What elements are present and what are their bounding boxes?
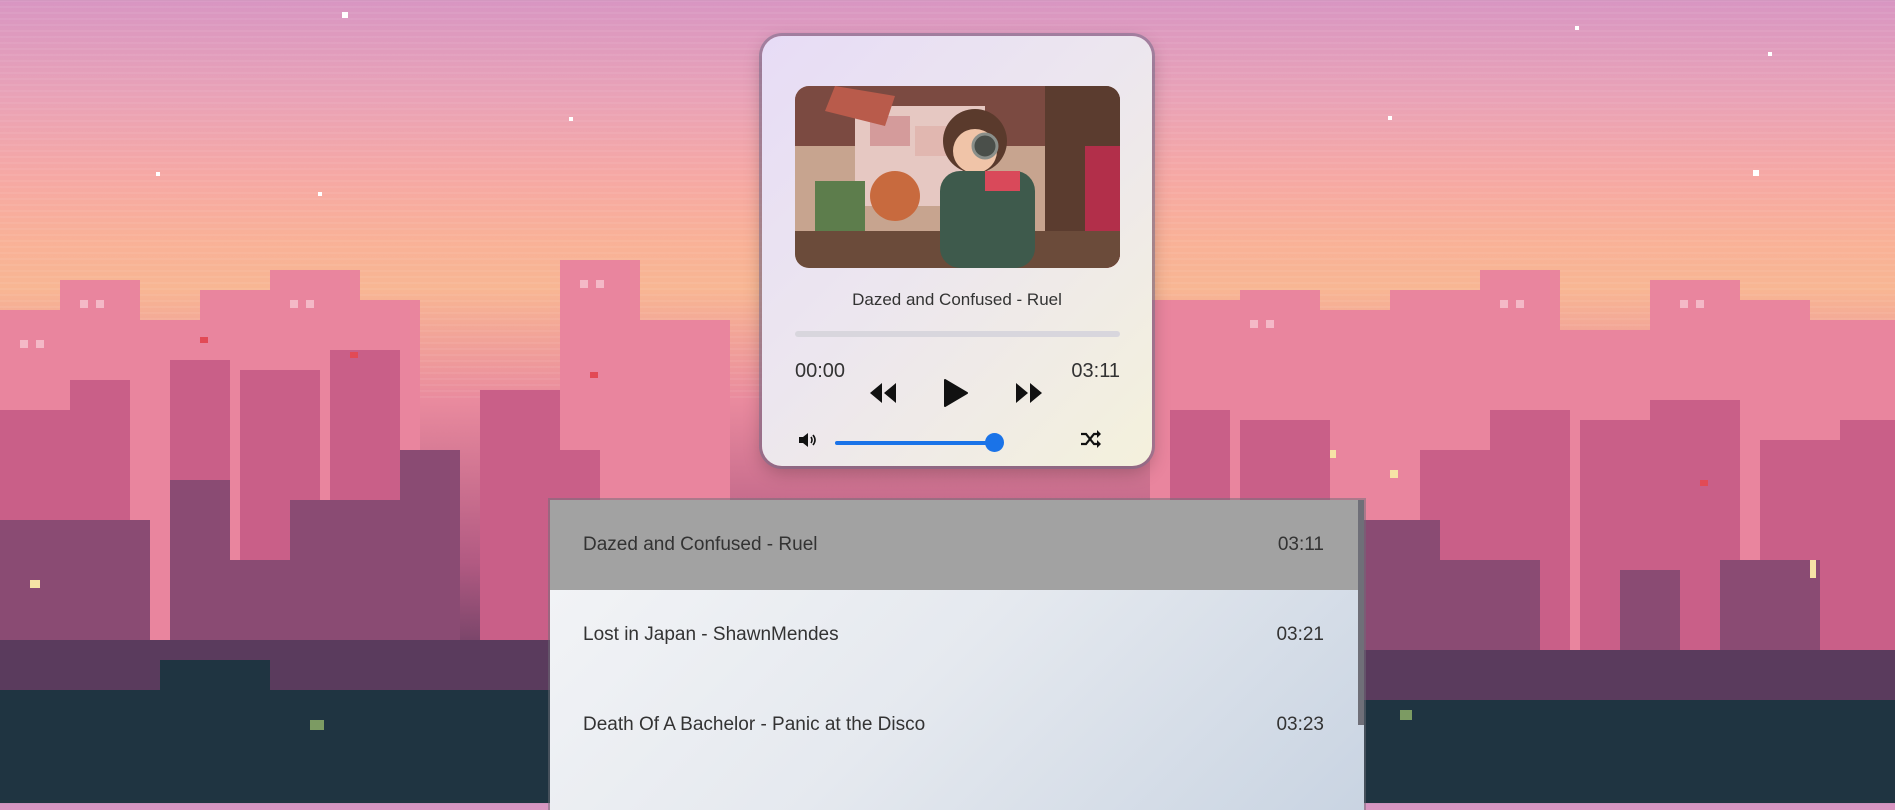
current-time: 00:00 — [795, 360, 846, 382]
shuffle-button[interactable] — [1080, 429, 1102, 454]
next-button[interactable] — [1015, 382, 1043, 409]
star — [1768, 52, 1772, 56]
rewind-icon — [870, 383, 896, 403]
playlist-item-title: Dazed and Confused - Ruel — [583, 534, 818, 555]
shuffle-icon — [1081, 430, 1101, 448]
playlist-item-title: Lost in Japan - ShawnMendes — [583, 624, 839, 645]
star — [342, 12, 348, 18]
volume-button[interactable] — [798, 432, 818, 453]
cover-art-illustration — [795, 86, 1120, 268]
star — [1388, 116, 1392, 120]
music-player-card: Dazed and Confused - Ruel 00:00 03:11 — [762, 36, 1152, 466]
star — [318, 192, 322, 196]
playlist-item-duration: 03:23 — [1276, 714, 1324, 735]
star — [1575, 26, 1579, 30]
playlist-item-title: Death Of A Bachelor - Panic at the Disco — [583, 714, 926, 735]
now-playing-title: Dazed and Confused - Ruel — [852, 290, 1062, 309]
star — [1753, 170, 1759, 176]
volume-slider-track[interactable] — [835, 441, 995, 445]
album-cover — [795, 86, 1120, 268]
playlist-panel: Dazed and Confused - Ruel 03:11 Lost in … — [550, 500, 1364, 810]
star — [569, 117, 573, 121]
play-icon — [944, 379, 968, 407]
volume-slider-handle[interactable] — [985, 433, 1004, 452]
playlist-item-duration: 03:11 — [1277, 534, 1324, 555]
duration-time: 03:11 — [1071, 360, 1120, 382]
speaker-icon — [799, 433, 816, 447]
progress-bar[interactable] — [795, 331, 1120, 337]
playlist-scrollbar[interactable] — [1358, 500, 1364, 725]
fast-forward-icon — [1016, 383, 1042, 403]
playlist-item[interactable]: Lost in Japan - ShawnMendes 03:21 — [550, 590, 1358, 680]
previous-button[interactable] — [869, 382, 897, 409]
playlist-item[interactable]: Death Of A Bachelor - Panic at the Disco… — [550, 680, 1358, 770]
playlist-item-duration: 03:21 — [1276, 624, 1324, 645]
play-button[interactable] — [943, 378, 969, 413]
playlist-item[interactable]: Dazed and Confused - Ruel 03:11 — [550, 500, 1358, 590]
star — [156, 172, 160, 176]
